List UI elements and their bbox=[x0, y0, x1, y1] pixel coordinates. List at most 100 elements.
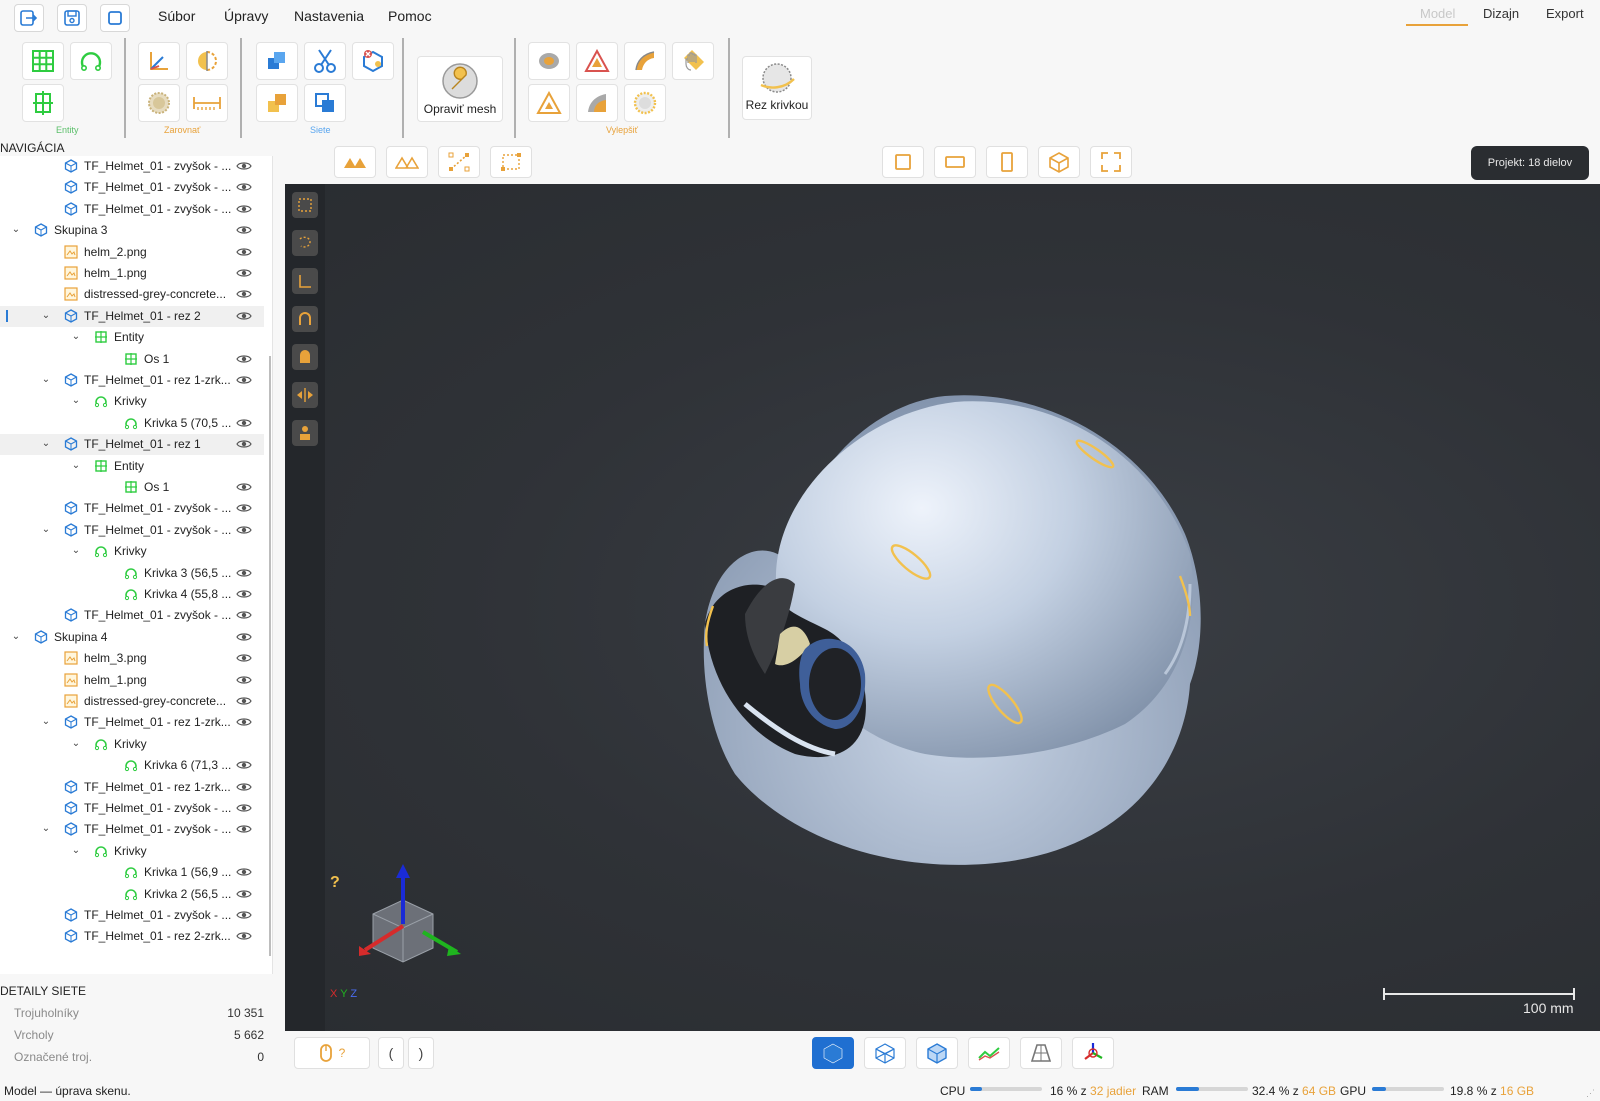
visibility-eye-icon[interactable] bbox=[236, 866, 252, 878]
tree-row[interactable]: TF_Helmet_01 - zvyšok - ... bbox=[0, 498, 264, 519]
side-select-box-icon[interactable] bbox=[292, 192, 318, 218]
window-icon[interactable] bbox=[100, 4, 130, 32]
side-magnet-icon[interactable] bbox=[292, 306, 318, 332]
visibility-eye-icon[interactable] bbox=[236, 353, 252, 365]
tree-row[interactable]: ⌄ TF_Helmet_01 - rez 1-zrk... bbox=[0, 712, 264, 733]
visibility-eye-icon[interactable] bbox=[236, 374, 252, 386]
fit-view-icon[interactable] bbox=[1090, 146, 1132, 178]
visibility-eye-icon[interactable] bbox=[236, 588, 252, 600]
tree-row[interactable]: ⌄ Krivky bbox=[0, 841, 264, 862]
side-figure-icon[interactable] bbox=[292, 420, 318, 446]
smooth-blob-icon[interactable] bbox=[528, 42, 570, 80]
side-select-lasso-icon[interactable] bbox=[292, 230, 318, 256]
tree-row[interactable]: helm_2.png bbox=[0, 242, 264, 263]
mesh-remove-icon[interactable] bbox=[352, 42, 394, 80]
tree-row[interactable]: ⌄ Entity bbox=[0, 456, 264, 477]
view-side-icon[interactable] bbox=[986, 146, 1028, 178]
tree-row[interactable]: TF_Helmet_01 - rez 1-zrk... bbox=[0, 777, 264, 798]
visibility-eye-icon[interactable] bbox=[236, 267, 252, 279]
chevron-down-icon[interactable]: ⌄ bbox=[40, 716, 52, 728]
chevron-down-icon[interactable]: ⌄ bbox=[10, 224, 22, 236]
tree-row[interactable]: Krivka 1 (56,9 ... bbox=[0, 862, 264, 883]
nav-prev-button[interactable]: ( bbox=[378, 1037, 404, 1069]
chevron-down-icon[interactable]: ⌄ bbox=[70, 845, 82, 857]
tree-row[interactable]: distressed-grey-concrete... bbox=[0, 284, 264, 305]
tree-row[interactable]: Os 1 bbox=[0, 349, 264, 370]
curve-entity-icon[interactable] bbox=[70, 42, 112, 80]
visibility-eye-icon[interactable] bbox=[236, 823, 252, 835]
transform-gizmo-icon[interactable] bbox=[1072, 1037, 1114, 1069]
tree-row[interactable]: Krivka 5 (70,5 ... bbox=[0, 413, 264, 434]
fill-surface-icon[interactable] bbox=[576, 84, 618, 122]
visibility-eye-icon[interactable] bbox=[236, 524, 252, 536]
view-mountains-solid-icon[interactable] bbox=[334, 146, 376, 178]
mesh-copy-icon[interactable] bbox=[304, 84, 346, 122]
3d-viewport[interactable]: ? X Y Z 100 mm bbox=[285, 184, 1600, 1031]
tab-export[interactable]: Export bbox=[1546, 6, 1584, 21]
select-region-icon[interactable] bbox=[490, 146, 532, 178]
chevron-down-icon[interactable]: ⌄ bbox=[40, 310, 52, 322]
tree-row[interactable]: helm_3.png bbox=[0, 648, 264, 669]
tab-model[interactable]: Model bbox=[1420, 6, 1455, 21]
visibility-eye-icon[interactable] bbox=[236, 781, 252, 793]
tree-row[interactable]: Os 1 bbox=[0, 477, 264, 498]
tree-row[interactable]: Krivka 4 (55,8 ... bbox=[0, 584, 264, 605]
mirror-align-icon[interactable] bbox=[186, 42, 228, 80]
remesh-sphere-icon[interactable] bbox=[624, 84, 666, 122]
mesh-merge-icon[interactable] bbox=[256, 42, 298, 80]
side-mirror-icon[interactable] bbox=[292, 382, 318, 408]
tree-row[interactable]: TF_Helmet_01 - zvyšok - ... bbox=[0, 156, 264, 177]
menu-settings[interactable]: Nastavenia bbox=[294, 8, 364, 24]
tree-row[interactable]: TF_Helmet_01 - zvyšok - ... bbox=[0, 605, 264, 626]
measure-ruler-icon[interactable] bbox=[186, 84, 228, 122]
menu-file[interactable]: Súbor bbox=[158, 8, 195, 24]
visibility-eye-icon[interactable] bbox=[236, 417, 252, 429]
menu-help[interactable]: Pomoc bbox=[388, 8, 432, 24]
tab-design[interactable]: Dizajn bbox=[1483, 6, 1519, 21]
axis-entity-icon[interactable] bbox=[22, 84, 64, 122]
visibility-eye-icon[interactable] bbox=[236, 310, 252, 322]
tree-row[interactable]: TF_Helmet_01 - zvyšok - ... bbox=[0, 199, 264, 220]
visibility-eye-icon[interactable] bbox=[236, 481, 252, 493]
chevron-down-icon[interactable]: ⌄ bbox=[70, 395, 82, 407]
view-top-icon[interactable] bbox=[934, 146, 976, 178]
save-icon[interactable] bbox=[57, 4, 87, 32]
curve-cut-button[interactable]: Rez krivkou bbox=[742, 56, 812, 120]
tree-row[interactable]: ⌄ Krivky bbox=[0, 734, 264, 755]
view-iso-icon[interactable] bbox=[1038, 146, 1080, 178]
tree-row[interactable]: distressed-grey-concrete... bbox=[0, 691, 264, 712]
render-shaded-wire-icon[interactable] bbox=[916, 1037, 958, 1069]
tree-row[interactable]: TF_Helmet_01 - rez 2-zrk... bbox=[0, 926, 264, 947]
visibility-eye-icon[interactable] bbox=[236, 246, 252, 258]
visibility-eye-icon[interactable] bbox=[236, 674, 252, 686]
view-front-icon[interactable] bbox=[882, 146, 924, 178]
chevron-down-icon[interactable]: ⌄ bbox=[10, 631, 22, 643]
resize-grip-icon[interactable]: ⋰ bbox=[1586, 1088, 1595, 1099]
visibility-eye-icon[interactable] bbox=[236, 181, 252, 193]
chevron-down-icon[interactable]: ⌄ bbox=[40, 823, 52, 835]
chevron-down-icon[interactable]: ⌄ bbox=[70, 331, 82, 343]
visibility-eye-icon[interactable] bbox=[236, 802, 252, 814]
coordinate-axes-icon[interactable] bbox=[138, 42, 180, 80]
chevron-down-icon[interactable]: ⌄ bbox=[70, 545, 82, 557]
chevron-down-icon[interactable]: ⌄ bbox=[70, 738, 82, 750]
exit-icon[interactable] bbox=[14, 4, 44, 32]
orientation-gizmo[interactable] bbox=[345, 864, 475, 974]
tree-row[interactable]: ⌄ TF_Helmet_01 - rez 1 bbox=[0, 434, 264, 456]
tree-row[interactable]: ⌄ TF_Helmet_01 - rez 1-zrk... bbox=[0, 370, 264, 391]
tree-row[interactable]: ⌄ TF_Helmet_01 - zvyšok - ... bbox=[0, 520, 264, 541]
help-icon[interactable]: ? bbox=[330, 874, 340, 892]
tree-row[interactable]: helm_1.png bbox=[0, 670, 264, 691]
repair-mesh-button[interactable]: Opraviť mesh bbox=[417, 56, 503, 122]
select-points-icon[interactable] bbox=[438, 146, 480, 178]
nav-next-button[interactable]: ) bbox=[408, 1037, 434, 1069]
tree-row[interactable]: ⌄ Skupina 3 bbox=[0, 220, 264, 241]
surface-curve-icon[interactable] bbox=[624, 42, 666, 80]
side-shape-icon[interactable] bbox=[292, 344, 318, 370]
curvature-graph-icon[interactable] bbox=[968, 1037, 1010, 1069]
view-mountains-outline-icon[interactable] bbox=[386, 146, 428, 178]
visibility-eye-icon[interactable] bbox=[236, 695, 252, 707]
tree-row[interactable]: ⌄ Krivky bbox=[0, 391, 264, 412]
render-wireframe-icon[interactable] bbox=[864, 1037, 906, 1069]
tree-row[interactable]: ⌄ Krivky bbox=[0, 541, 264, 562]
